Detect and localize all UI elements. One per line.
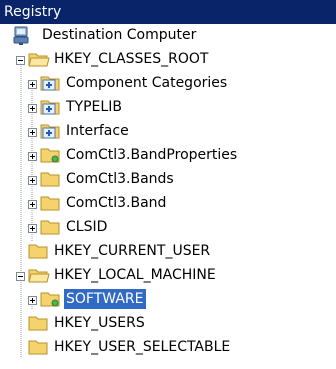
tree-item-label: Component Categories xyxy=(66,75,228,91)
tree-item-label: TYPELIB xyxy=(66,99,122,115)
tree-item-software[interactable]: SOFTWARE xyxy=(0,288,336,312)
tree-item-typelib[interactable]: TYPELIB xyxy=(0,96,336,120)
tree-item-label: HKEY_CURRENT_USER xyxy=(54,243,211,259)
tree-item-label: CLSID xyxy=(66,219,108,235)
expand-toggle[interactable] xyxy=(28,224,37,233)
expand-toggle[interactable] xyxy=(28,80,37,89)
tree-item-interface[interactable]: Interface xyxy=(0,120,336,144)
panel-title-bar: Registry xyxy=(0,0,336,24)
tree-item-label: ComCtl3.Bands xyxy=(66,171,174,187)
tree-item-clsid[interactable]: CLSID xyxy=(0,216,336,240)
tree-item-hkey-classes-root[interactable]: HKEY_CLASSES_ROOT xyxy=(0,48,336,72)
tree-item-comctl3-bands[interactable]: ComCtl3.Bands xyxy=(0,168,336,192)
panel-title: Registry xyxy=(4,4,62,20)
collapse-toggle[interactable] xyxy=(16,56,25,65)
expand-toggle[interactable] xyxy=(28,296,37,305)
tree-item-label-selected: SOFTWARE xyxy=(63,288,147,310)
tree-item-label: HKEY_USERS xyxy=(54,315,145,331)
collapse-toggle[interactable] xyxy=(16,272,25,281)
expand-toggle[interactable] xyxy=(28,104,37,113)
tree-item-component-categories[interactable]: Component Categories xyxy=(0,72,336,96)
tree-item-comctl3-band[interactable]: ComCtl3.Band xyxy=(0,192,336,216)
folder-icon xyxy=(28,338,50,364)
tree-item-label: ComCtl3.BandProperties xyxy=(66,147,238,163)
tree-item-label: HKEY_USER_SELECTABLE xyxy=(54,339,231,355)
registry-tree[interactable]: Destination Computer HKEY_CLASSES_ROOT C… xyxy=(0,24,336,369)
tree-item-label: Destination Computer xyxy=(42,27,197,43)
tree-root-item[interactable]: Destination Computer xyxy=(0,24,336,48)
tree-item-hkey-users[interactable]: HKEY_USERS xyxy=(0,312,336,336)
expand-toggle[interactable] xyxy=(28,152,37,161)
tree-item-hkey-current-user[interactable]: HKEY_CURRENT_USER xyxy=(0,240,336,264)
tree-item-hkey-local-machine[interactable]: HKEY_LOCAL_MACHINE xyxy=(0,264,336,288)
tree-item-comctl3-bandproperties[interactable]: ComCtl3.BandProperties xyxy=(0,144,336,168)
tree-item-hkey-user-selectable[interactable]: HKEY_USER_SELECTABLE xyxy=(0,336,336,360)
expand-toggle[interactable] xyxy=(28,176,37,185)
tree-item-label: HKEY_LOCAL_MACHINE xyxy=(54,267,216,283)
expand-toggle[interactable] xyxy=(28,200,37,209)
tree-item-label: HKEY_CLASSES_ROOT xyxy=(54,51,209,67)
tree-item-label: ComCtl3.Band xyxy=(66,195,167,211)
expand-toggle[interactable] xyxy=(28,128,37,137)
tree-item-label: Interface xyxy=(66,123,129,139)
